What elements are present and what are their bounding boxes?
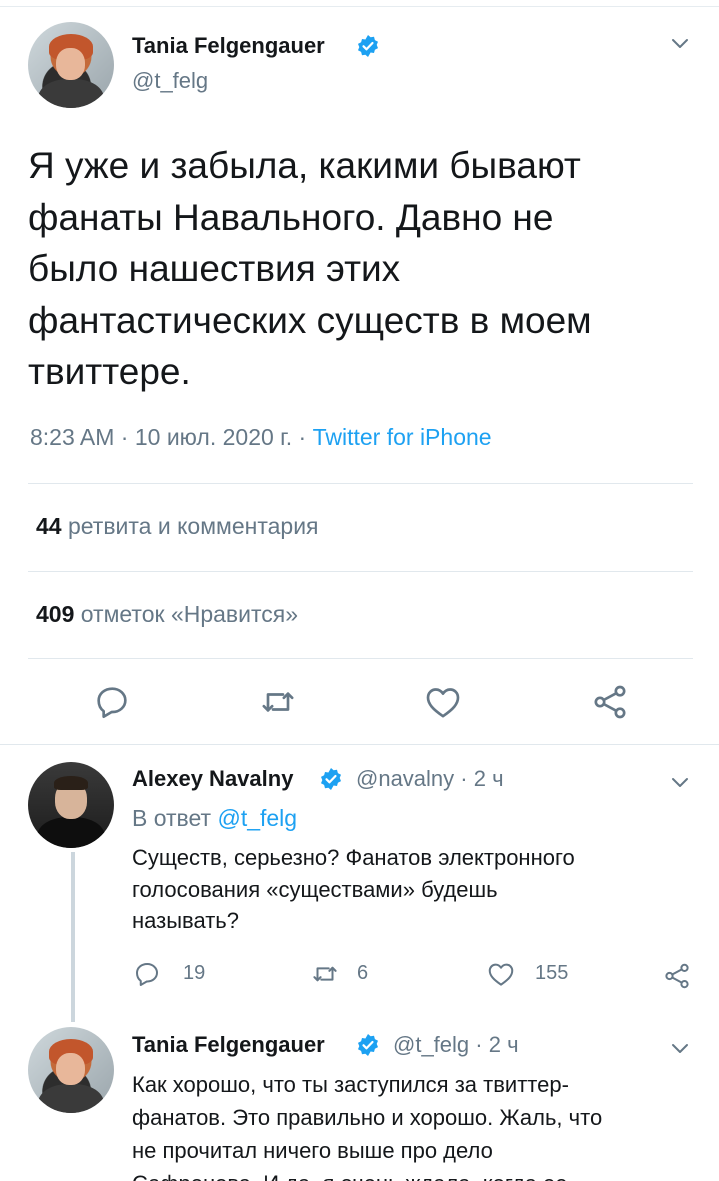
author-handle[interactable]: @t_felg [132, 68, 208, 94]
thread-line [71, 852, 75, 1022]
chevron-down-icon[interactable] [668, 1036, 692, 1060]
reply-author-name[interactable]: Tania Felgengauer [132, 1032, 325, 1058]
like-icon[interactable] [486, 959, 516, 989]
share-icon[interactable] [662, 961, 692, 991]
reply-author-handle-time: @navalny · 2 ч [356, 766, 504, 791]
reply-author-avatar[interactable] [28, 762, 114, 848]
share-icon[interactable] [590, 682, 630, 722]
section-divider [0, 744, 719, 745]
verified-badge-icon [358, 1034, 378, 1056]
verified-badge-icon [321, 768, 341, 790]
divider [28, 571, 693, 572]
tweet-date[interactable]: 10 июл. 2020 г. [135, 424, 292, 450]
reply-text: Существ, серьезно? Фанатов электронного … [132, 845, 575, 933]
retweet-icon[interactable] [258, 682, 298, 722]
reply-count: 19 [183, 962, 206, 984]
tweet-meta: 8:23 AM · 10 июл. 2020 г. · Twitter for … [30, 424, 492, 450]
likes-stat[interactable]: 409 отметок «Нравится» [36, 601, 298, 628]
reply-icon[interactable] [92, 682, 132, 722]
reply-author-name[interactable]: Alexey Navalny [132, 766, 293, 792]
like-count: 155 [535, 962, 569, 984]
verified-badge-icon [358, 35, 378, 57]
tweet-text-line: твиттере. [28, 351, 191, 392]
retweets-stat[interactable]: 44 ретвита и комментария [36, 513, 319, 540]
divider [28, 658, 693, 659]
chevron-down-icon[interactable] [668, 770, 692, 794]
reply-to-link[interactable]: @t_felg [217, 805, 297, 831]
tweet-text-line: Я уже и забыла, какими бывают [28, 145, 581, 186]
tweet-source[interactable]: Twitter for iPhone [313, 424, 492, 450]
reply-author-avatar[interactable] [28, 1027, 114, 1113]
tweet-text-line: было нашествия этих [28, 248, 401, 289]
author-avatar[interactable] [28, 22, 114, 108]
reply-text: Как хорошо, что ты заступился за твиттер… [132, 1072, 603, 1181]
reply-context: В ответ @t_felg [132, 805, 298, 831]
divider [28, 483, 693, 484]
tweet-text-line: фантастических существ в моем [28, 299, 592, 341]
retweet-icon[interactable] [310, 959, 340, 989]
tweet-text-line: фанаты Навального. Давно не [28, 196, 554, 238]
top-divider [0, 6, 719, 7]
reply-author-handle-time: @t_felg · 2 ч [393, 1032, 519, 1057]
tweet-time[interactable]: 8:23 AM [30, 424, 114, 450]
retweet-count: 6 [357, 962, 369, 984]
like-icon[interactable] [423, 682, 463, 722]
tweet-text: Я уже и забыла, какими бывают фанаты Нав… [28, 140, 698, 398]
reply-icon[interactable] [132, 959, 162, 989]
author-name[interactable]: Tania Felgengauer [132, 33, 325, 59]
chevron-down-icon[interactable] [668, 31, 692, 55]
